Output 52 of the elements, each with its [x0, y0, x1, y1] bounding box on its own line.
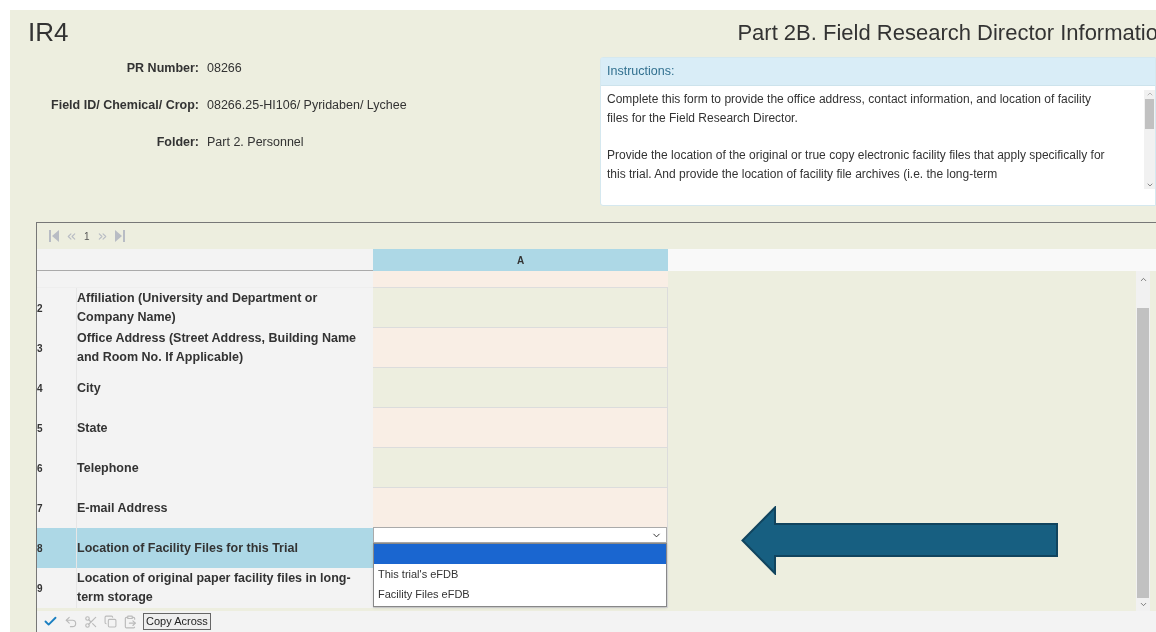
input-cell[interactable]: [373, 271, 668, 288]
row-label: Location of original paper facility files in long-term storage: [77, 570, 352, 606]
table-row[interactable]: 6 Telephone: [37, 448, 668, 488]
row-label: Location of Facility Files for this Trial: [77, 539, 299, 557]
panel-heading: Instructions:: [607, 63, 675, 81]
table-row[interactable]: 2 Affiliation (University and Department or Company Name): [37, 288, 668, 328]
table-row[interactable]: 4 City: [37, 368, 668, 408]
input-cell[interactable]: [373, 288, 668, 328]
input-cell[interactable]: [373, 448, 668, 488]
field-value: 08266.25-HI106/ Pyridaben/ Lychee: [207, 96, 407, 114]
scroll-up-icon[interactable]: [1138, 275, 1148, 284]
table-row[interactable]: 7 E-mail Address: [37, 488, 668, 528]
last-page-icon[interactable]: [114, 230, 125, 242]
instructions-text: Complete this form to provide the office address, contact information, and location of facility files for the Field Research Director.: [607, 91, 1093, 127]
row-label: Office Address (Street Address, Building Name and Room No. If Applicable): [77, 330, 357, 366]
scroll-down-icon[interactable]: [1138, 600, 1148, 609]
field-label: Folder:: [155, 133, 200, 151]
field-label: PR Number:: [125, 60, 200, 77]
row-label: Affiliation (University and Department or Company Name): [77, 290, 319, 326]
cut-icon[interactable]: [84, 614, 98, 629]
field-value: 08266: [207, 60, 242, 77]
page-number: 1: [84, 229, 90, 244]
logo-text: IR4: [28, 19, 69, 45]
select-field[interactable]: [373, 527, 667, 543]
table-row[interactable]: 3 Office Address (Street Address, Building Name and Room No. If Applicable): [37, 328, 668, 368]
scrollbar[interactable]: [1136, 271, 1150, 611]
table-row[interactable]: 5 State: [37, 408, 668, 448]
input-cell[interactable]: [373, 408, 668, 448]
scroll-up-icon[interactable]: [1145, 90, 1154, 98]
row-number: 9: [37, 568, 77, 608]
dropdown-option[interactable]: [374, 544, 666, 564]
row-label: City: [77, 379, 102, 397]
scrollbar[interactable]: [1144, 90, 1155, 189]
field-value: Part 2. Personnel: [207, 133, 304, 151]
first-page-icon[interactable]: [49, 230, 59, 242]
scroll-down-icon[interactable]: [1145, 181, 1154, 189]
check-icon[interactable]: [43, 614, 58, 629]
row-label: State: [77, 419, 109, 437]
paste-icon[interactable]: [123, 614, 137, 629]
column-header[interactable]: A: [373, 249, 668, 271]
dropdown-option[interactable]: Facility Files eFDB: [374, 584, 666, 604]
input-cell[interactable]: [373, 368, 668, 408]
row-label: Telephone: [77, 459, 140, 477]
field-label: Field ID/ Chemical/ Crop:: [50, 96, 200, 114]
arrow-icon: [741, 506, 1059, 575]
input-cell[interactable]: [373, 328, 668, 368]
undo-icon[interactable]: [64, 614, 78, 629]
copy-across-button[interactable]: Copy Across: [143, 613, 211, 630]
input-cell[interactable]: [373, 488, 668, 528]
row-label: E-mail Address: [77, 499, 169, 517]
copy-icon[interactable]: [104, 615, 117, 628]
instructions-text: Provide the location of the original or true copy electronic facility files that apply specifically for this trial. And provide the location of facility file archives (i.e. the long-term: [607, 147, 1106, 183]
